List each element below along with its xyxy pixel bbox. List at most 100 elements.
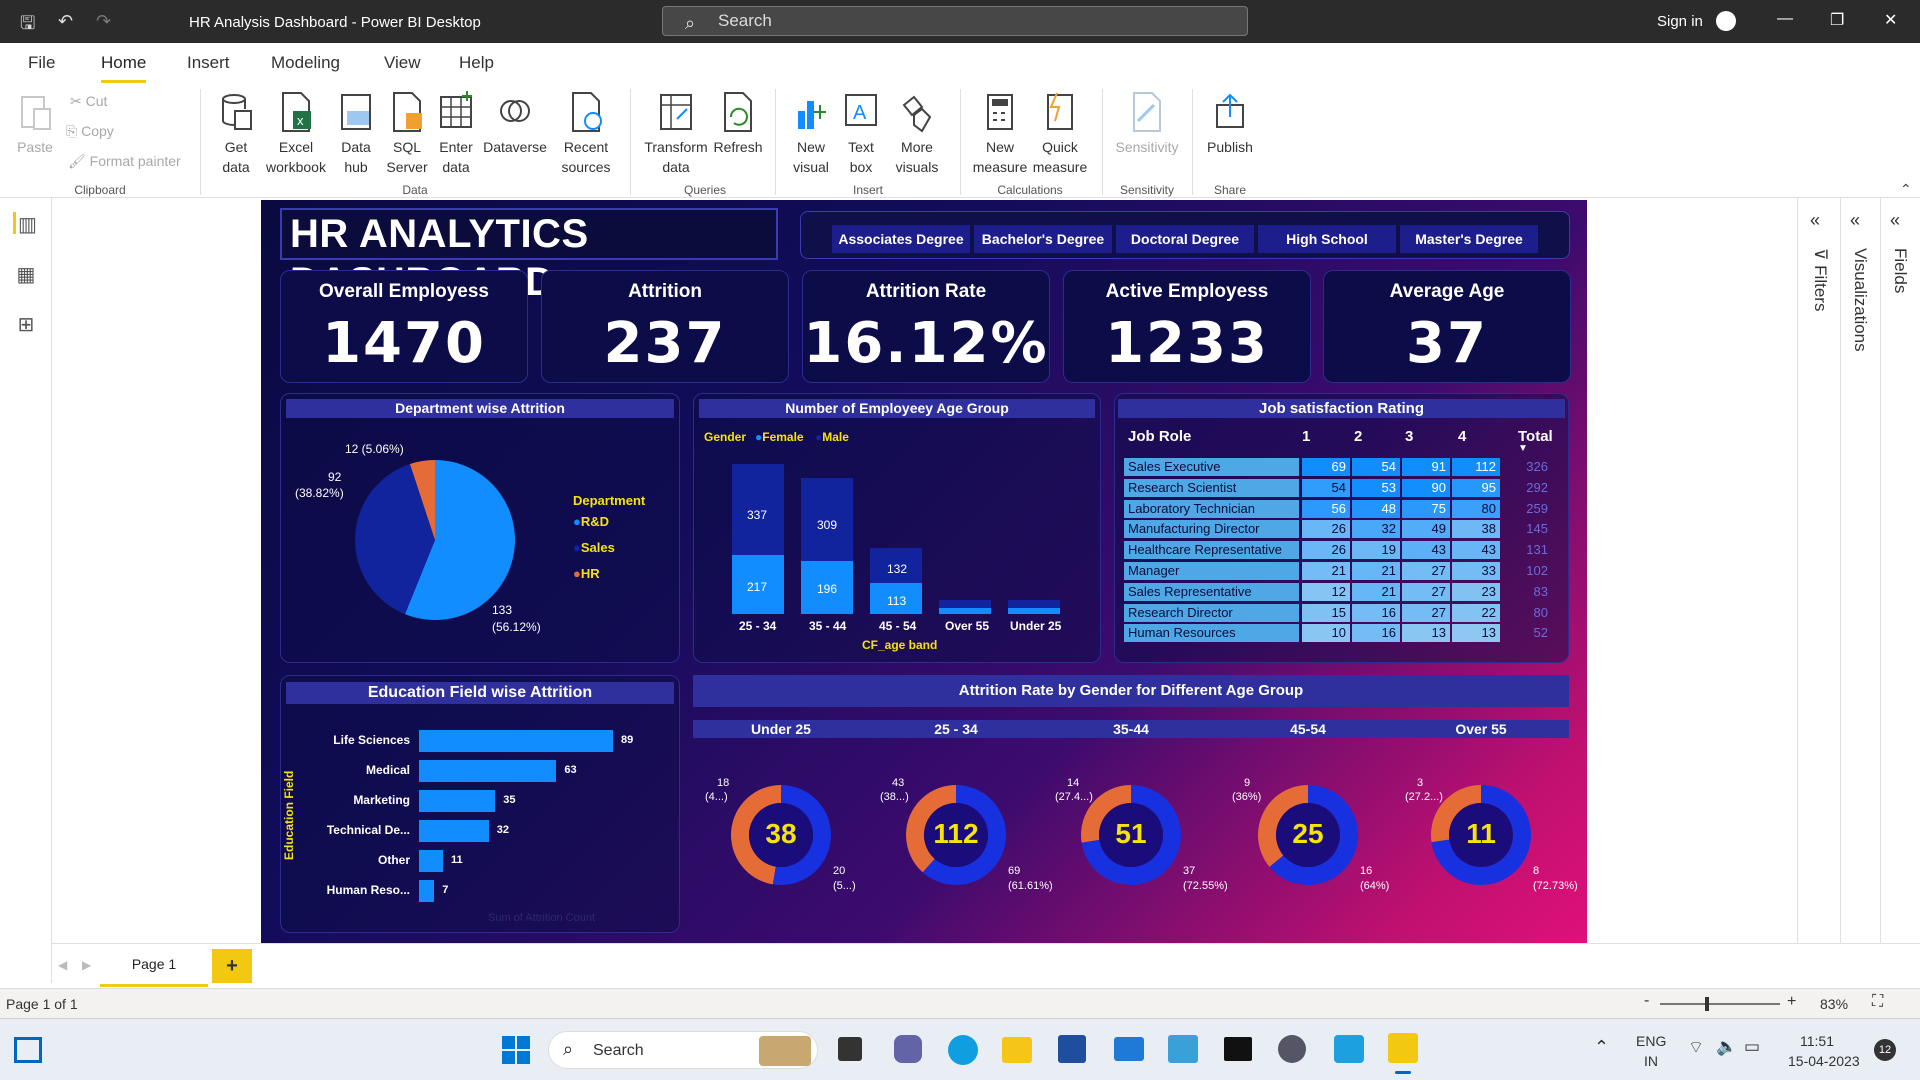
menu-insert[interactable]: Insert [187,53,230,73]
text-box-button[interactable]: A Text box [840,91,882,177]
excel-workbook-button[interactable]: x Excel workbook [262,91,330,177]
slicer-doctoral-degree[interactable]: Doctoral Degree [1116,225,1254,253]
language-code[interactable]: ENG [1636,1033,1666,1049]
more-visuals-button[interactable]: More visuals [884,91,950,177]
bar-male[interactable] [939,600,991,608]
edu-bar[interactable] [419,820,489,842]
slicer-masters-degree[interactable]: Master's Degree [1400,225,1538,253]
slicer-bachelors-degree[interactable]: Bachelor's Degree [974,225,1112,253]
table-row[interactable]: Sales Executive 69 54 91 112 326 [1124,457,1558,477]
wifi-icon[interactable]: ⌔ [1688,1037,1704,1058]
chat-icon[interactable] [894,1035,922,1063]
recent-sources-button[interactable]: Recent sources [556,91,616,177]
zoom-in-icon[interactable]: + [1787,993,1796,1011]
sort-desc-icon[interactable]: ▼ [1518,443,1528,454]
enter-data-button[interactable]: Enter data [432,91,480,177]
notification-badge[interactable]: 12 [1874,1039,1896,1061]
edu-bar[interactable] [419,730,614,752]
settings-icon[interactable] [1278,1035,1306,1063]
avatar[interactable] [1716,11,1736,31]
table-row[interactable]: Laboratory Technician 56 48 75 80 259 [1124,499,1558,519]
table-header-4[interactable]: 4 [1458,428,1466,445]
undo-icon[interactable]: ↶ [58,11,73,32]
legend-item-male[interactable]: ●Male [815,430,849,444]
remote-desktop-icon[interactable] [1334,1035,1364,1063]
dataverse-button[interactable]: Dataverse [482,91,548,157]
clock-time[interactable]: 11:51 [1800,1033,1834,1049]
close-icon[interactable]: ✕ [1884,10,1897,30]
redo-icon[interactable]: ↷ [96,11,111,32]
table-row[interactable]: Manufacturing Director 26 32 49 38 145 [1124,519,1558,539]
bar-male[interactable] [1008,600,1060,608]
bar-female[interactable] [939,608,991,614]
task-view-icon[interactable] [838,1037,862,1061]
table-row[interactable]: Human Resources 10 16 13 13 52 [1124,623,1558,643]
copy-button[interactable]: ⎘ Copy [66,123,114,140]
zoom-slider[interactable] [1660,1003,1780,1005]
legend-item-female[interactable]: ●Female [755,430,804,444]
cut-button[interactable]: ✂ Cut [70,93,107,110]
collapse-filters-icon[interactable]: « [1810,210,1820,231]
menu-file[interactable]: File [28,53,55,73]
language-region[interactable]: IN [1644,1053,1658,1069]
report-view-icon[interactable]: ▥ [13,212,39,236]
control-panel-icon[interactable] [1168,1035,1198,1063]
table-row[interactable]: Research Director 15 16 27 22 80 [1124,603,1558,623]
edge-icon[interactable] [948,1035,978,1065]
table-header-3[interactable]: 3 [1405,428,1413,445]
bar-female[interactable] [1008,608,1060,614]
save-icon[interactable]: 🖫 [20,11,35,41]
prev-page-icon[interactable]: ◀ [58,958,67,972]
taskbar-search[interactable]: ⌕ Search [548,1031,818,1069]
page-tab-1[interactable]: Page 1 [100,944,208,987]
widgets-icon[interactable] [14,1037,42,1063]
search-input[interactable]: ⌕ Search [662,6,1248,36]
new-visual-button[interactable]: New visual [784,91,838,177]
battery-icon[interactable]: ▭ [1744,1037,1760,1057]
edu-bar[interactable] [419,760,557,782]
clock-date[interactable]: 15-04-2023 [1788,1053,1860,1069]
next-page-icon[interactable]: ▶ [82,958,91,972]
table-header-job-role[interactable]: Job Role [1128,428,1191,445]
table-row[interactable]: Manager 21 21 27 33 102 [1124,561,1558,581]
slicer-associates-degree[interactable]: Associates Degree [832,225,970,253]
edu-bar[interactable] [419,880,435,902]
windows-start-icon[interactable] [502,1036,530,1064]
department-pie[interactable] [350,455,520,625]
table-header-2[interactable]: 2 [1354,428,1362,445]
file-explorer-icon[interactable] [1002,1037,1032,1063]
refresh-button[interactable]: Refresh [712,91,764,157]
menu-view[interactable]: View [384,53,421,73]
new-measure-button[interactable]: New measure [970,91,1030,177]
fit-to-page-icon[interactable]: ⛶ [1872,993,1883,1011]
visualizations-pane-tab[interactable]: Visualizations [1850,248,1870,352]
menu-modeling[interactable]: Modeling [271,53,340,73]
table-row[interactable]: Healthcare Representative 26 19 43 43 131 [1124,540,1558,560]
table-row[interactable]: Sales Representative 12 21 27 23 83 [1124,582,1558,602]
fields-pane-tab[interactable]: Fields [1890,248,1910,293]
legend-item-hr[interactable]: ●HR [573,566,600,581]
paste-button[interactable]: Paste [14,91,56,157]
edu-bar[interactable] [419,790,496,812]
menu-help[interactable]: Help [459,53,494,73]
add-page-button[interactable]: + [212,949,252,983]
get-data-button[interactable]: Get data [210,91,262,177]
power-bi-taskbar-icon[interactable] [1388,1033,1418,1063]
table-row[interactable]: Research Scientist 54 53 90 95 292 [1124,478,1558,498]
table-view-icon[interactable]: ▦ [13,262,39,286]
edu-bar[interactable] [419,850,443,872]
publish-button[interactable]: Publish [1200,91,1260,157]
collapse-visualizations-icon[interactable]: « [1850,210,1860,231]
mail-icon[interactable] [1114,1037,1144,1061]
sensitivity-button[interactable]: Sensitivity [1110,91,1184,157]
menu-home[interactable]: Home [101,53,147,83]
transform-data-button[interactable]: Transform data [641,91,711,177]
sign-in-link[interactable]: Sign in [1657,13,1703,30]
zoom-slider-thumb[interactable] [1705,997,1709,1011]
slicer-high-school[interactable]: High School [1258,225,1396,253]
terminal-icon[interactable] [1224,1037,1252,1061]
restore-icon[interactable]: ❐ [1830,10,1844,30]
table-header-1[interactable]: 1 [1302,428,1310,445]
filters-pane-tab[interactable]: ⊽ Filters [1810,248,1830,311]
quick-measure-button[interactable]: Quick measure [1030,91,1090,177]
